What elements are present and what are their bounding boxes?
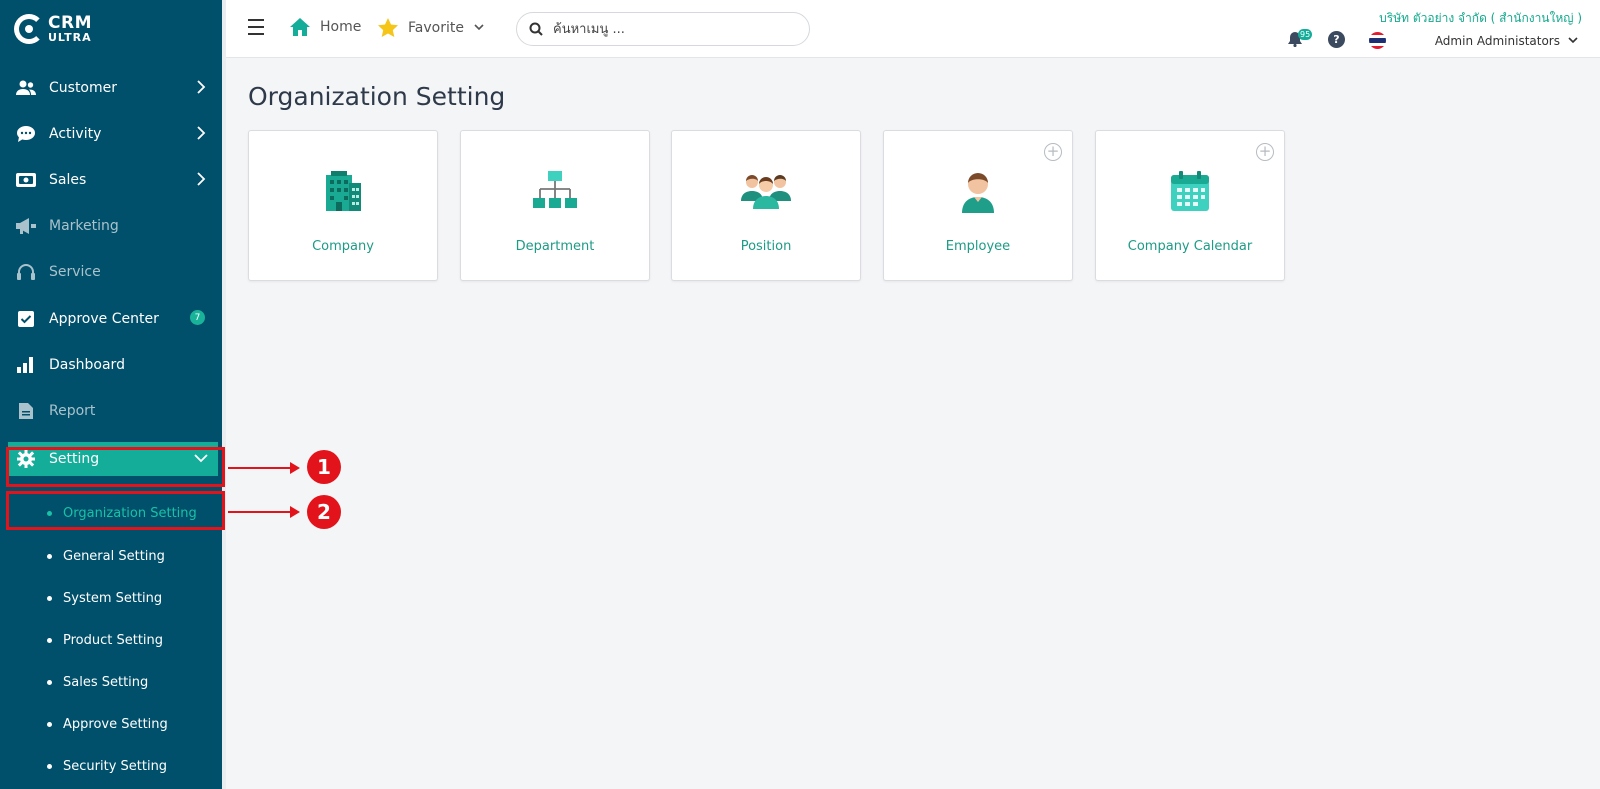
sidebar-item-service[interactable]: Service: [0, 249, 222, 295]
sidebar-item-label: Approve Center: [49, 311, 159, 327]
sidebar-item-label: Marketing: [49, 218, 119, 234]
card-department[interactable]: Department: [460, 130, 650, 281]
card-company[interactable]: Company: [248, 130, 438, 281]
thai-flag-icon[interactable]: [1369, 32, 1386, 49]
sidebar-item-customer[interactable]: Customer: [0, 65, 222, 111]
cash-icon: [16, 171, 36, 189]
calendar-icon: [1171, 171, 1209, 211]
highlight-box-organization-setting: [6, 491, 225, 530]
people-group-icon: [741, 175, 791, 209]
logo-text-crm: CRM: [48, 13, 92, 33]
page-title: Organization Setting: [248, 82, 506, 111]
callout-arrow-1: [228, 467, 294, 469]
building-icon: [326, 171, 361, 211]
sidebar-item-label: Sales: [49, 172, 87, 188]
sidebar-item-label: Activity: [49, 126, 102, 142]
check-square-icon: [16, 310, 36, 328]
megaphone-icon: [16, 217, 36, 235]
sidebar-item-dashboard[interactable]: Dashboard: [0, 342, 222, 388]
sidebar-item-sales[interactable]: Sales: [0, 157, 222, 203]
sidebar-item-marketing[interactable]: Marketing: [0, 203, 222, 249]
sidebar-subitem-security-setting[interactable]: Security Setting: [0, 751, 222, 781]
notification-count-badge: 95: [1298, 29, 1313, 40]
card-position[interactable]: Position: [671, 130, 861, 281]
callout-step-1: 1: [307, 450, 341, 484]
sidebar-item-label: Dashboard: [49, 357, 125, 373]
person-icon: [962, 173, 994, 213]
search-input[interactable]: [553, 21, 783, 37]
arrow-head-icon: [290, 462, 300, 474]
card-label: Position: [740, 239, 792, 254]
chat-icon: [16, 125, 36, 143]
sidebar-subitem-product-setting[interactable]: Product Setting: [0, 625, 222, 655]
highlight-box-setting: [6, 447, 225, 487]
company-name[interactable]: บริษัท ตัวอย่าง จำกัด ( สำนักงานใหญ่ ): [1379, 9, 1582, 28]
sidebar-subitem-system-setting[interactable]: System Setting: [0, 583, 222, 613]
sidebar-item-approve-center[interactable]: Approve Center 7: [0, 296, 222, 342]
chevron-right-icon: [197, 172, 206, 186]
top-bar: Home Favorite บริษัท ตัวอย่าง จำกัด ( สำ…: [226, 0, 1600, 58]
chevron-right-icon: [197, 80, 206, 94]
user-menu[interactable]: Admin Administators: [1435, 34, 1560, 48]
bar-chart-icon: [16, 356, 36, 374]
add-employee-icon[interactable]: +: [1044, 143, 1062, 161]
card-label: Company Calendar: [1127, 239, 1253, 254]
sidebar-subitem-general-setting[interactable]: General Setting: [0, 541, 222, 571]
help-icon[interactable]: ?: [1328, 31, 1345, 48]
headset-icon: [16, 263, 36, 281]
sidebar-item-report[interactable]: Report: [0, 388, 222, 434]
star-icon: [378, 18, 398, 37]
favorite-label: Favorite: [408, 19, 464, 36]
sidebar-item-label: Report: [49, 403, 96, 419]
search-box: [516, 12, 810, 46]
document-icon: [16, 402, 36, 420]
users-icon: [16, 79, 36, 97]
callout-step-2: 2: [307, 495, 341, 529]
approve-count-badge: 7: [190, 310, 205, 325]
home-icon: [290, 18, 310, 36]
logo-text-ultra: ULTRA: [48, 31, 92, 44]
org-chart-icon: [533, 171, 577, 208]
chevron-right-icon: [197, 126, 206, 140]
chevron-down-icon[interactable]: [1568, 37, 1578, 44]
chevron-down-icon: [474, 24, 484, 31]
home-label: Home: [320, 19, 362, 35]
favorite-dropdown[interactable]: Favorite: [378, 18, 484, 37]
arrow-head-icon: [290, 506, 300, 518]
sidebar-item-label: Customer: [49, 80, 118, 96]
sidebar-subitem-approve-setting[interactable]: Approve Setting: [0, 709, 222, 739]
card-company-calendar[interactable]: + Company Calendar: [1095, 130, 1285, 281]
home-link[interactable]: Home: [290, 18, 361, 36]
sidebar-subitem-sales-setting[interactable]: Sales Setting: [0, 667, 222, 697]
search-icon: [529, 22, 543, 36]
sidebar-item-activity[interactable]: Activity: [0, 111, 222, 157]
card-label: Employee: [945, 239, 1011, 254]
card-label: Department: [515, 239, 595, 254]
logo-icon: [14, 14, 44, 44]
app-logo[interactable]: CRM ULTRA: [0, 0, 222, 58]
card-employee[interactable]: + Employee: [883, 130, 1073, 281]
add-calendar-icon[interactable]: +: [1256, 143, 1274, 161]
sidebar: CRM ULTRA Customer Activity Sales Market…: [0, 0, 226, 789]
hamburger-menu-icon[interactable]: [248, 19, 264, 35]
card-label: Company: [312, 239, 374, 254]
sidebar-item-label: Service: [49, 264, 101, 280]
callout-arrow-2: [228, 511, 294, 513]
